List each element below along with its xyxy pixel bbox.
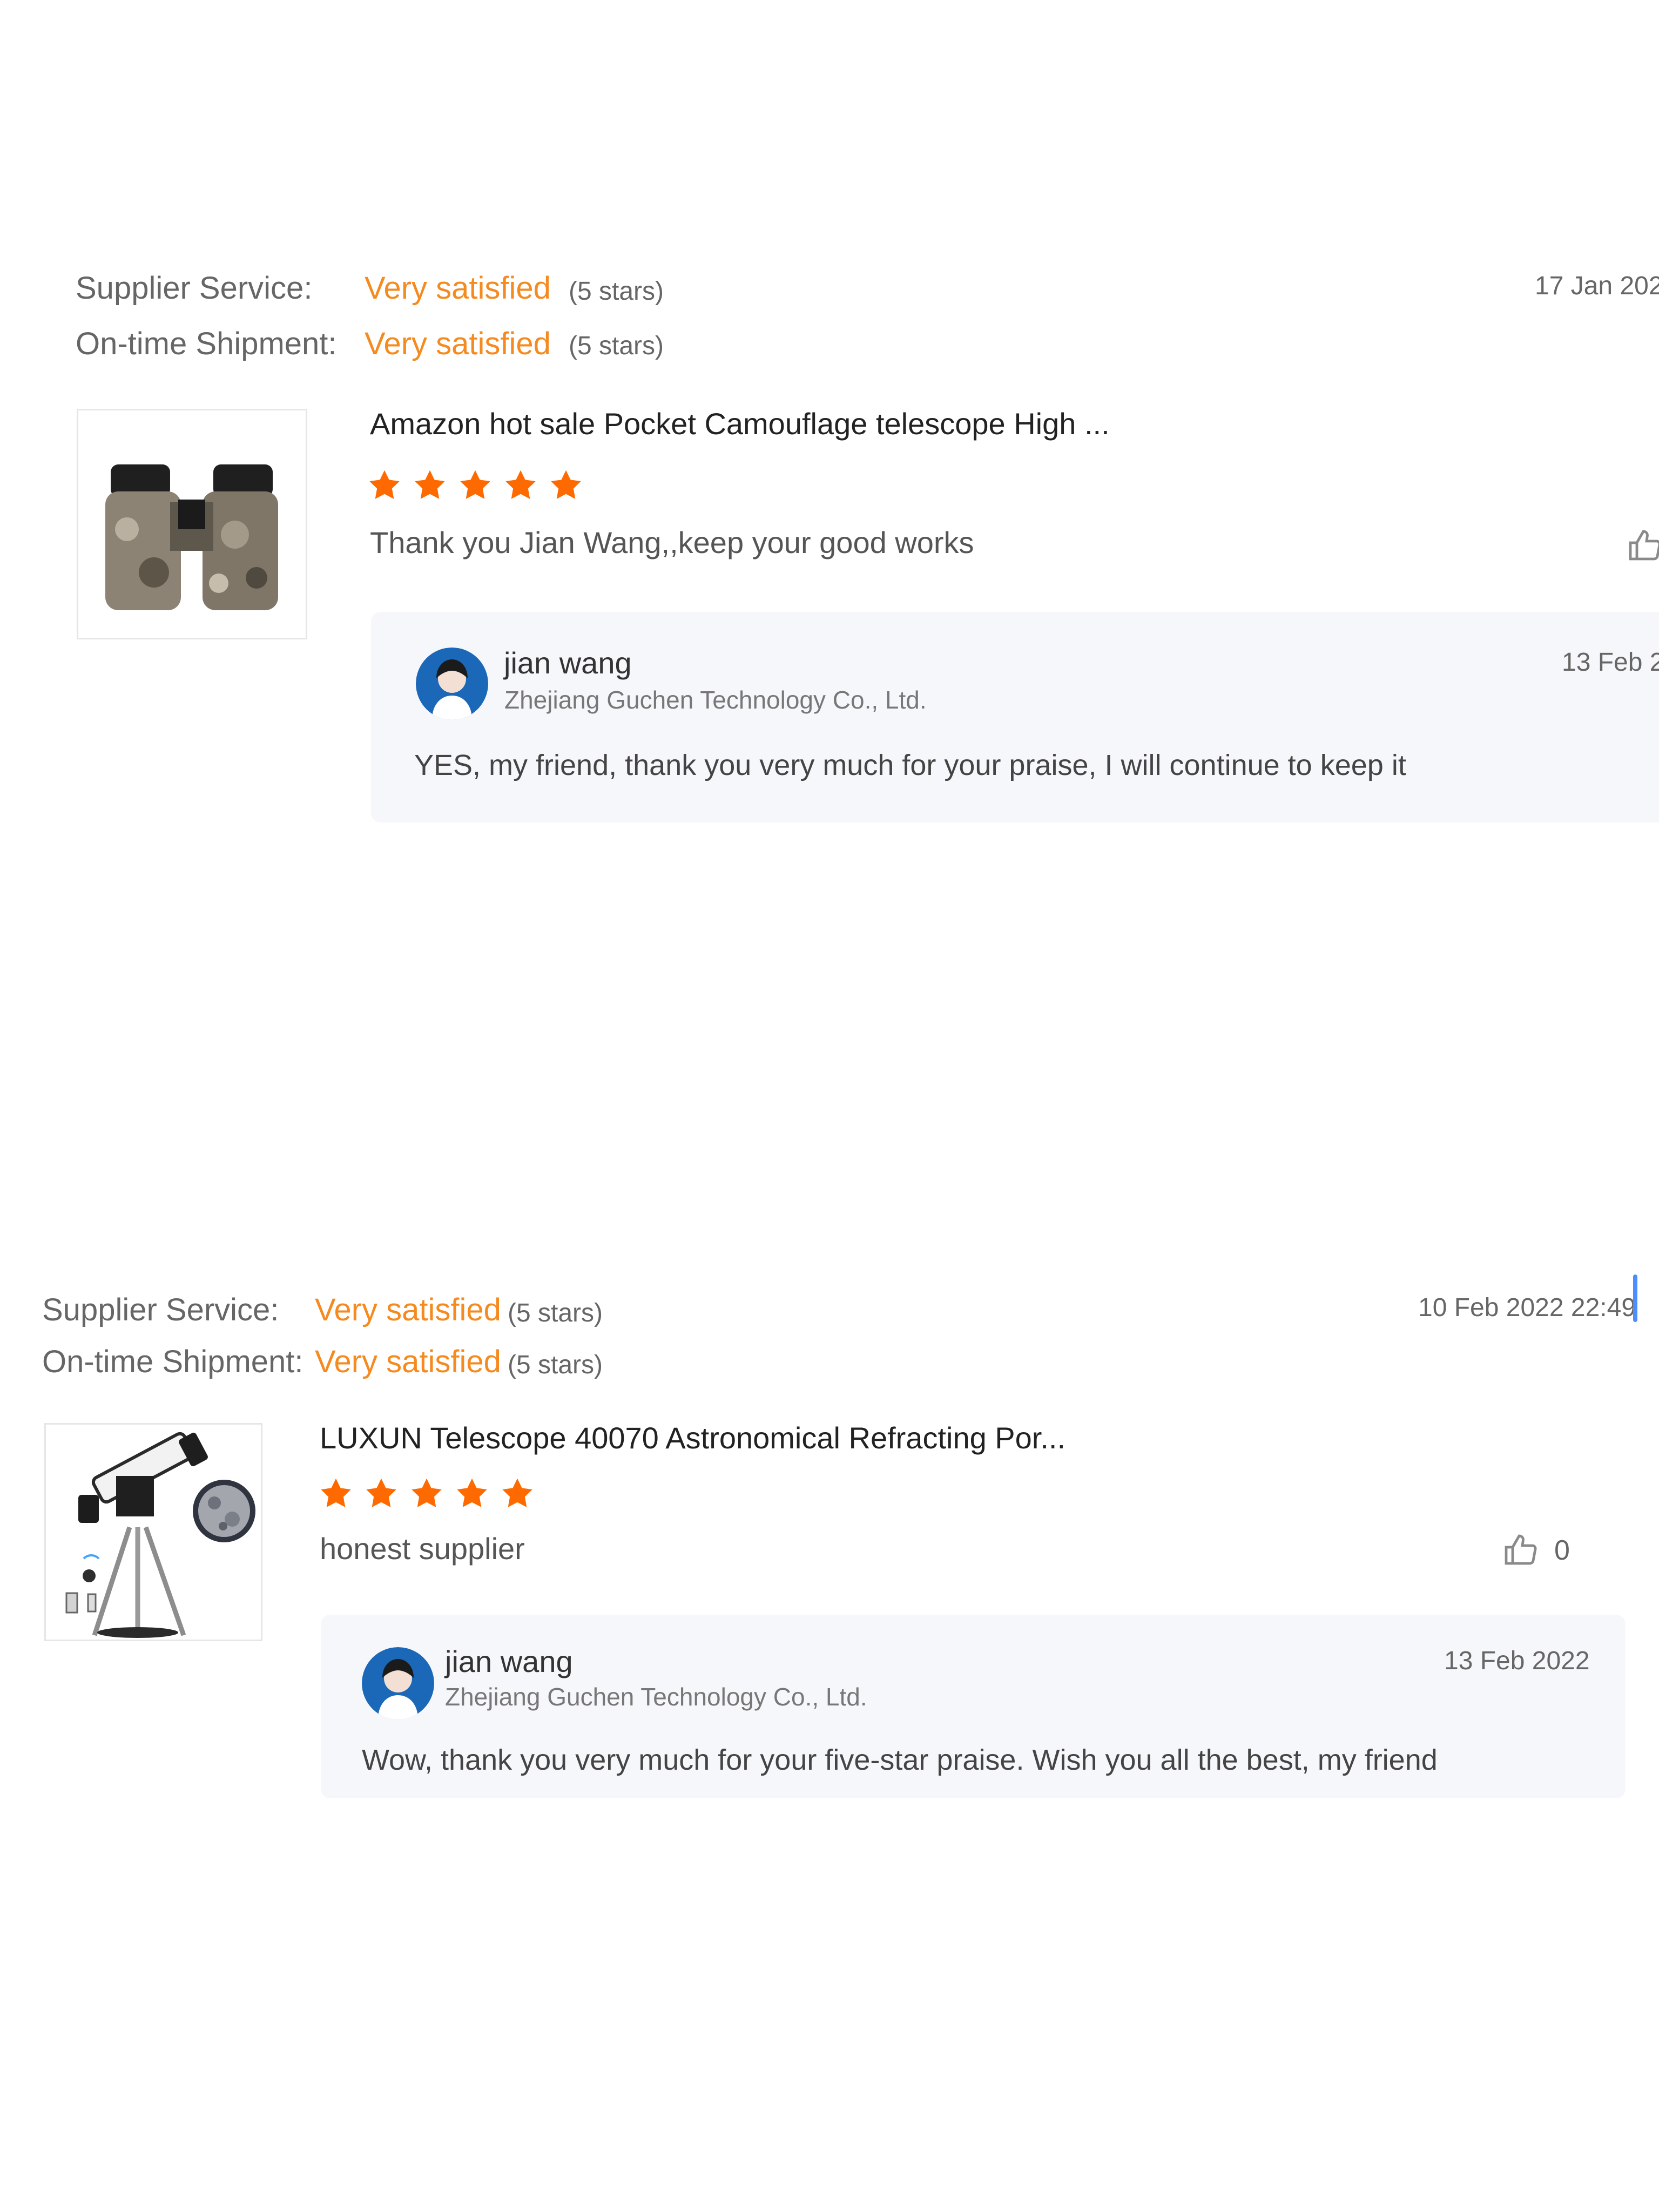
supplier-reply: jian wang Zhejiang Guchen Technology Co.… [321, 1615, 1626, 1798]
replier-name: jian wang [445, 1644, 573, 1678]
product-title[interactable]: Amazon hot sale Pocket Camouflage telesc… [370, 406, 1110, 441]
product-title[interactable]: LUXUN Telescope 40070 Astronomical Refra… [320, 1420, 1065, 1455]
supplier-service-rating: Very satisfied [365, 271, 551, 306]
supplier-service-label: Supplier Service: [76, 271, 313, 306]
review-card: Supplier Service: Very satisfied (5 star… [0, 1242, 1659, 1836]
supplier-service-stars: (5 stars) [569, 277, 664, 306]
shipment-rating: Very satisfied [315, 1344, 501, 1379]
review-date: 10 Feb 2022 22:49 [1418, 1293, 1636, 1322]
supplier-service-label: Supplier Service: [42, 1292, 279, 1327]
avatar [362, 1647, 434, 1719]
supplier-service-stars: (5 stars) [508, 1299, 603, 1327]
like-count: 0 [1554, 1535, 1570, 1566]
product-thumbnail[interactable] [44, 1423, 262, 1641]
like-button[interactable] [1626, 527, 1659, 565]
shipment-stars: (5 stars) [569, 332, 664, 360]
replier-name: jian wang [504, 646, 632, 680]
reply-date: 13 Feb 2 [1562, 648, 1659, 677]
star-icon [415, 470, 445, 499]
shipment-label: On-time Shipment: [42, 1344, 304, 1379]
review-comment: honest supplier [320, 1532, 525, 1566]
telescope-image [46, 1425, 261, 1640]
like-button[interactable]: 0 [1501, 1531, 1570, 1570]
product-thumbnail[interactable] [77, 409, 307, 639]
star-rating [367, 468, 583, 502]
avatar-image [362, 1647, 434, 1719]
star-icon [412, 1478, 442, 1507]
reply-text: Wow, thank you very much for your five-s… [362, 1744, 1438, 1776]
shipment-stars: (5 stars) [508, 1351, 603, 1379]
replier-company: Zhejiang Guchen Technology Co., Ltd. [504, 686, 927, 714]
reply-text: YES, my friend, thank you very much for … [414, 749, 1406, 781]
thumbs-up-icon [1505, 1534, 1537, 1565]
star-rating [319, 1476, 535, 1510]
star-icon [369, 470, 400, 499]
shipment-rating: Very satisfied [365, 326, 551, 361]
star-icon [505, 470, 536, 499]
supplier-service-rating: Very satisfied [315, 1292, 501, 1327]
avatar-image [416, 648, 488, 720]
star-icon [366, 1478, 396, 1507]
thumbs-up-icon [1629, 530, 1659, 561]
star-icon [457, 1478, 487, 1507]
star-icon [460, 470, 490, 499]
scrollbar-thumb[interactable] [1633, 1274, 1637, 1322]
review-comment: Thank you Jian Wang,,keep your good work… [370, 525, 974, 559]
star-icon [321, 1478, 351, 1507]
star-icon [551, 470, 581, 499]
replier-company: Zhejiang Guchen Technology Co., Ltd. [445, 1683, 867, 1711]
star-icon [502, 1478, 532, 1507]
review-card: Supplier Service: Very satisfied (5 star… [0, 0, 1659, 864]
shipment-label: On-time Shipment: [76, 326, 337, 361]
review-date: 17 Jan 202 [1535, 272, 1659, 300]
reply-date: 13 Feb 2022 [1444, 1647, 1590, 1675]
binoculars-image [78, 410, 306, 638]
supplier-reply: jian wang Zhejiang Guchen Technology Co.… [371, 612, 1659, 822]
avatar [416, 648, 488, 720]
